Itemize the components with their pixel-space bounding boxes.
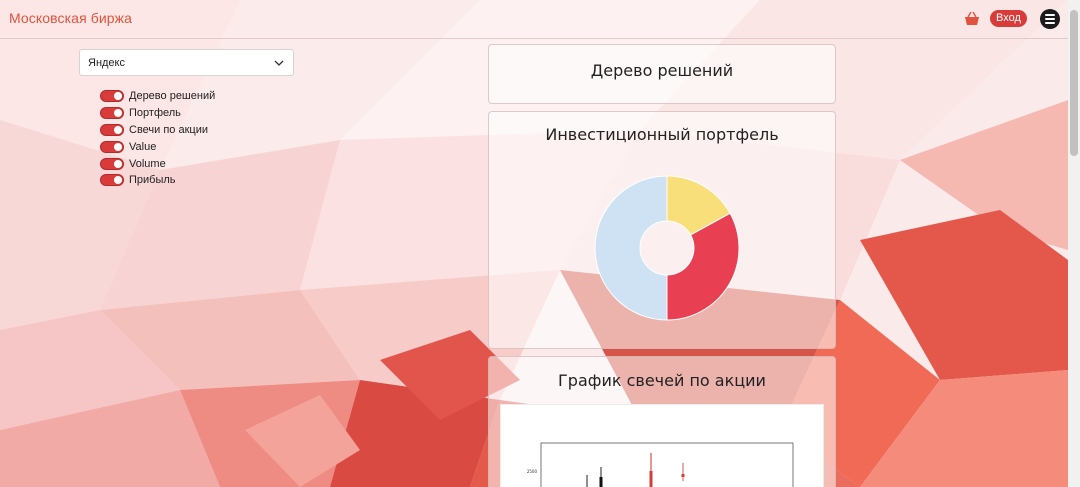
toggle-label: Value <box>129 140 157 153</box>
toggle-label: Портфель <box>129 107 181 120</box>
toggle-profit[interactable]: Прибыль <box>100 172 215 189</box>
toggle-candles[interactable]: Свечи по акции <box>100 122 215 139</box>
decision-tree-card: Дерево решений <box>488 44 836 104</box>
toggle-switch[interactable] <box>100 174 124 187</box>
toggle-switch[interactable] <box>100 157 124 170</box>
candle-chart-area: 2500 <box>500 404 824 487</box>
toggle-switch[interactable] <box>100 107 124 120</box>
toggle-label: Свечи по акции <box>129 123 208 136</box>
company-select[interactable]: Яндекс <box>79 49 294 76</box>
toggle-label: Прибыль <box>129 174 176 187</box>
toggle-portfolio[interactable]: Портфель <box>100 105 215 122</box>
decision-tree-title: Дерево решений <box>590 61 734 80</box>
candle-body <box>649 471 653 487</box>
hamburger-menu-icon[interactable] <box>1040 9 1060 29</box>
login-button[interactable]: Вход <box>990 10 1027 27</box>
toggle-value[interactable]: Value <box>100 138 215 155</box>
toggle-label: Дерево решений <box>129 90 216 103</box>
scrollbar-thumb[interactable] <box>1070 10 1078 156</box>
toggle-volume[interactable]: Volume <box>100 155 215 172</box>
candle-chart-svg: 2500 <box>527 442 794 487</box>
top-navbar: Московская биржа Вход <box>0 0 1068 39</box>
toggle-switch[interactable] <box>100 140 124 153</box>
toggle-tree[interactable]: Дерево решений <box>100 88 215 105</box>
page-scrollbar[interactable] <box>1068 0 1080 487</box>
donut-slice[interactable] <box>666 212 740 321</box>
candle-body <box>599 477 603 487</box>
candle-y-tick: 2500 <box>527 469 538 474</box>
toggle-label: Volume <box>129 157 166 170</box>
chevron-down-icon <box>274 60 284 66</box>
portfolio-donut-chart <box>594 175 740 321</box>
toggle-switch[interactable] <box>100 123 124 136</box>
company-select-value: Яндекс <box>88 57 125 69</box>
candle-plot-frame <box>540 442 794 487</box>
candle-chart-card: График свечей по акции 2500 <box>488 356 836 487</box>
portfolio-card: Инвестиционный портфель <box>488 111 836 349</box>
basket-icon[interactable] <box>964 11 980 27</box>
brand-logo-text[interactable]: Московская биржа <box>9 10 132 26</box>
toggle-switch[interactable] <box>100 90 124 103</box>
donut-slice[interactable] <box>594 175 668 321</box>
view-toggles: Дерево решений Портфель Свечи по акции V… <box>100 88 215 189</box>
candle-body <box>681 474 685 477</box>
candle-chart-title: График свечей по акции <box>558 371 766 390</box>
portfolio-title: Инвестиционный портфель <box>545 125 779 144</box>
